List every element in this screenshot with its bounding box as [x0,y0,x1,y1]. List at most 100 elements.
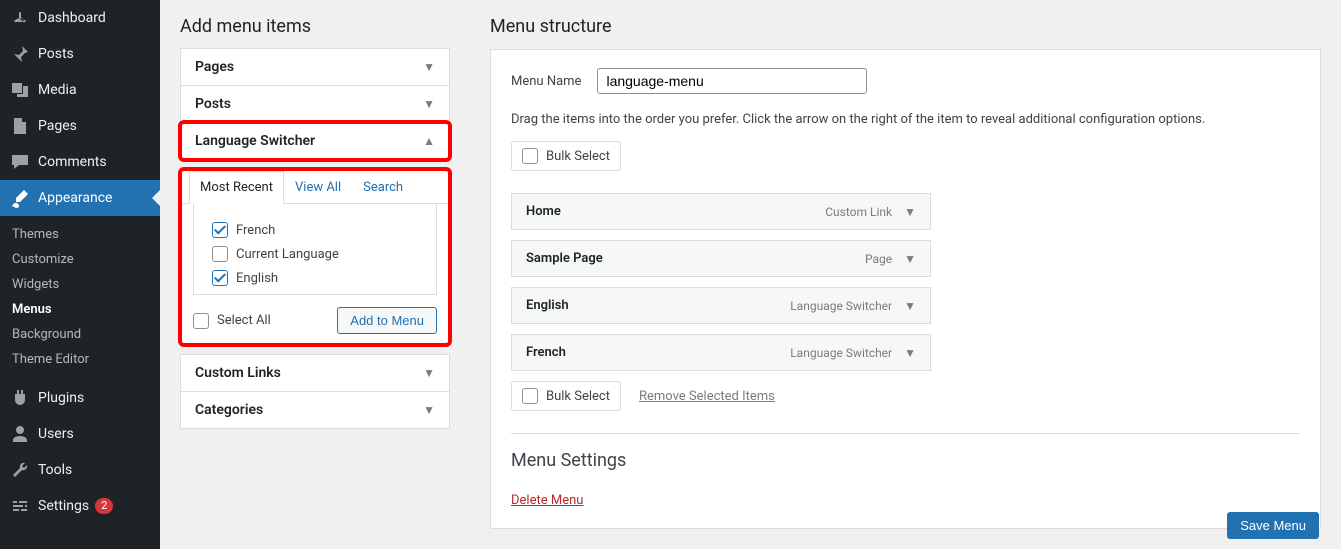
lang-tabs: Most Recent View All Search [181,170,449,204]
submenu-customize[interactable]: Customize [0,247,160,272]
sidebar-item-tools[interactable]: Tools [0,452,160,488]
checkbox-bulk-top[interactable] [522,148,538,164]
checkbox-current-language[interactable] [212,246,228,262]
accordion-posts: Posts ▼ [180,85,450,123]
structure-heading: Menu structure [490,0,1321,49]
select-all-label: Select All [217,313,271,328]
lang-option-english[interactable]: English [212,266,418,290]
wrench-icon [10,460,30,480]
checkbox-label: English [236,271,278,286]
sidebar-item-users[interactable]: Users [0,416,160,452]
tab-most-recent[interactable]: Most Recent [189,171,284,204]
chevron-down-icon: ▼ [423,366,435,380]
add-menu-items-column: Add menu items Pages ▼ Posts ▼ Language … [160,0,470,549]
language-switcher-panel: Most Recent View All Search French Curre… [180,169,450,345]
checkbox-bulk-bottom[interactable] [522,388,538,404]
checkbox-select-all[interactable] [193,313,209,329]
menu-settings-heading: Menu Settings [511,433,1300,475]
menu-structure-column: Menu structure Menu Name Drag the items … [470,0,1341,549]
sidebar-item-label: Tools [38,462,72,478]
submenu-widgets[interactable]: Widgets [0,272,160,297]
chevron-down-icon: ▼ [423,60,435,74]
lang-option-current[interactable]: Current Language [212,242,418,266]
bulk-label: Bulk Select [546,389,610,404]
sidebar-item-label: Settings [38,498,89,514]
submenu-themes[interactable]: Themes [0,222,160,247]
menu-item-home[interactable]: Home Custom Link ▼ [511,193,931,230]
checkbox-french[interactable] [212,222,228,238]
sliders-icon [10,496,30,516]
sidebar-item-media[interactable]: Media [0,72,160,108]
sidebar-item-settings[interactable]: Settings 2 [0,488,160,524]
main-content: Add menu items Pages ▼ Posts ▼ Language … [160,0,1341,549]
bulk-select-top[interactable]: Bulk Select [511,141,621,171]
chevron-down-icon[interactable]: ▼ [904,299,916,313]
accordion-lang-header[interactable]: Language Switcher ▲ [181,123,449,159]
menu-name-input[interactable] [597,68,867,94]
chevron-down-icon: ▼ [423,97,435,111]
menu-item-title: Sample Page [526,251,603,266]
sidebar-item-label: Pages [38,118,77,134]
chevron-down-icon[interactable]: ▼ [904,205,916,219]
bulk-select-bottom[interactable]: Bulk Select [511,381,621,411]
dashboard-icon [10,8,30,28]
accordion-posts-header[interactable]: Posts ▼ [181,86,449,122]
delete-menu-link[interactable]: Delete Menu [511,493,583,508]
accordion-pages-header[interactable]: Pages ▼ [181,49,449,85]
admin-sidebar: Dashboard Posts Media Pages Comments App… [0,0,160,549]
menu-item-type: Page [865,252,892,266]
sidebar-item-appearance[interactable]: Appearance [0,180,160,216]
sidebar-item-label: Comments [38,154,107,170]
menu-name-label: Menu Name [511,74,581,89]
menu-item-type: Custom Link [825,205,892,219]
structure-box: Menu Name Drag the items into the order … [490,49,1321,529]
add-to-menu-button[interactable]: Add to Menu [337,307,437,334]
menu-item-title: French [526,345,566,360]
drag-help-text: Drag the items into the order you prefer… [511,112,1300,127]
pages-icon [10,116,30,136]
menu-item-english[interactable]: English Language Switcher ▼ [511,287,931,324]
accordion-label: Language Switcher [195,133,315,149]
submenu-theme-editor[interactable]: Theme Editor [0,347,160,372]
accordion-label: Pages [195,59,234,75]
select-all-row[interactable]: Select All [193,309,271,333]
sidebar-item-posts[interactable]: Posts [0,36,160,72]
accordion-pages: Pages ▼ [180,48,450,86]
accordion-categories: Categories ▼ [180,391,450,429]
checkbox-english[interactable] [212,270,228,286]
tab-view-all[interactable]: View All [284,171,352,204]
menu-name-row: Menu Name [511,68,1300,94]
submenu-menus[interactable]: Menus [0,297,160,322]
remove-selected-link[interactable]: Remove Selected Items [639,389,775,404]
sidebar-item-label: Users [38,426,74,442]
accordion-label: Custom Links [195,365,281,381]
sidebar-item-pages[interactable]: Pages [0,108,160,144]
sidebar-item-label: Dashboard [38,10,106,26]
accordion-custom-links: Custom Links ▼ [180,354,450,392]
brush-icon [10,188,30,208]
lang-option-french[interactable]: French [212,218,418,242]
sidebar-item-label: Plugins [38,390,84,406]
submenu-background[interactable]: Background [0,322,160,347]
chevron-down-icon[interactable]: ▼ [904,346,916,360]
sidebar-item-label: Appearance [38,190,112,206]
user-icon [10,424,30,444]
chevron-down-icon[interactable]: ▼ [904,252,916,266]
menu-item-sample-page[interactable]: Sample Page Page ▼ [511,240,931,277]
sidebar-item-comments[interactable]: Comments [0,144,160,180]
settings-update-badge: 2 [95,498,113,514]
save-menu-button[interactable]: Save Menu [1227,512,1319,539]
sidebar-item-plugins[interactable]: Plugins [0,380,160,416]
checkbox-label: Current Language [236,247,339,262]
menu-item-french[interactable]: French Language Switcher ▼ [511,334,931,371]
language-checkbox-list: French Current Language English [193,204,437,295]
sidebar-item-dashboard[interactable]: Dashboard [0,0,160,36]
plug-icon [10,388,30,408]
menu-item-type: Language Switcher [790,299,892,313]
tab-search[interactable]: Search [352,171,414,204]
sidebar-item-label: Posts [38,46,74,62]
accordion-categories-header[interactable]: Categories ▼ [181,392,449,428]
accordion-language-switcher: Language Switcher ▲ [180,122,450,160]
menu-item-type: Language Switcher [790,346,892,360]
accordion-custom-header[interactable]: Custom Links ▼ [181,355,449,391]
